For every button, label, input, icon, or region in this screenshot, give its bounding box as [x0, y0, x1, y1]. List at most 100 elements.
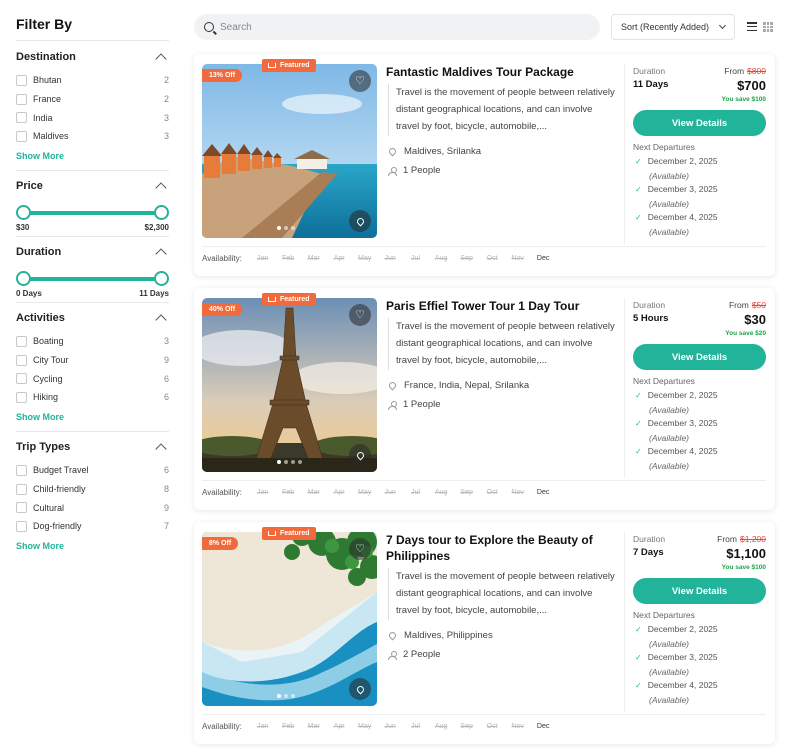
filter-option[interactable]: Dog-friendly 7 — [16, 517, 169, 536]
filter-option[interactable]: Bhutan 2 — [16, 71, 169, 90]
next-departures-label: Next Departures — [633, 142, 695, 152]
wishlist-button[interactable]: ♡ — [349, 304, 371, 326]
checkbox[interactable] — [16, 520, 27, 532]
carousel-dot[interactable] — [291, 694, 295, 698]
checkbox[interactable] — [16, 391, 27, 403]
image-carousel-dots[interactable] — [277, 226, 295, 230]
wishlist-button[interactable]: ♡ — [349, 70, 371, 92]
tour-title[interactable]: Fantastic Maldives Tour Package — [386, 64, 616, 80]
departure-item[interactable]: ✓ December 4, 2025 (Available) — [635, 210, 718, 239]
search-input[interactable] — [220, 21, 580, 33]
old-price: $50 — [751, 300, 766, 310]
filter-option[interactable]: Cultural 9 — [16, 498, 169, 517]
carousel-dot[interactable] — [291, 226, 295, 230]
wishlist-button[interactable]: ♡ — [349, 538, 371, 560]
image-carousel-dots[interactable] — [277, 460, 302, 464]
tour-title[interactable]: 7 Days tour to Explore the Beauty of Phi… — [386, 532, 616, 564]
show-more-link[interactable]: Show More — [16, 541, 64, 551]
checkbox[interactable] — [16, 74, 27, 86]
checkbox[interactable] — [16, 130, 27, 142]
chevron-up-icon[interactable] — [155, 443, 167, 455]
departure-item[interactable]: ✓ December 2, 2025 (Available) — [635, 154, 718, 183]
divider — [16, 170, 169, 171]
filter-option[interactable]: Budget Travel 6 — [16, 461, 169, 480]
filter-option[interactable]: Boating 3 — [16, 332, 169, 351]
departure-item[interactable]: ✓ December 3, 2025 (Available) — [635, 182, 718, 211]
filter-option[interactable]: Hiking 6 — [16, 388, 169, 407]
checkbox[interactable] — [16, 335, 27, 347]
chevron-up-icon[interactable] — [155, 314, 167, 326]
check-icon: ✓ — [635, 447, 642, 456]
carousel-dot[interactable] — [277, 694, 281, 698]
checkbox[interactable] — [16, 373, 27, 385]
month-feb: Feb — [282, 489, 295, 496]
carousel-dot[interactable] — [284, 226, 288, 230]
filter-duration-header[interactable]: Duration — [16, 242, 169, 262]
search-bar[interactable] — [194, 14, 600, 40]
chevron-up-icon[interactable] — [155, 53, 167, 65]
chevron-up-icon[interactable] — [155, 248, 167, 260]
sort-dropdown[interactable]: Sort (Recently Added) — [611, 14, 735, 40]
filter-activities-header[interactable]: Activities — [16, 308, 169, 328]
checkbox[interactable] — [16, 354, 27, 366]
duration-value: 7 Days — [633, 547, 664, 558]
option-label: Maldives — [33, 131, 69, 142]
tour-image[interactable] — [202, 532, 377, 706]
map-button[interactable] — [349, 444, 371, 466]
filter-option[interactable]: France 2 — [16, 90, 169, 109]
filter-trip-types-header[interactable]: Trip Types — [16, 437, 169, 457]
checkbox[interactable] — [16, 502, 27, 514]
user-icon — [388, 400, 397, 410]
view-details-button[interactable]: View Details — [633, 578, 766, 604]
list-view-icon[interactable] — [747, 22, 757, 32]
carousel-dot[interactable] — [277, 226, 281, 230]
departure-item[interactable]: ✓ December 2, 2025 (Available) — [635, 622, 718, 651]
departure-item[interactable]: ✓ December 2, 2025 (Available) — [635, 388, 718, 417]
filter-option[interactable]: Maldives 3 — [16, 127, 169, 146]
duration-label: Duration — [633, 534, 666, 544]
tour-image[interactable] — [202, 64, 377, 238]
slider-max-handle[interactable] — [154, 271, 169, 286]
map-button[interactable] — [349, 210, 371, 232]
tour-image[interactable] — [202, 298, 377, 472]
filter-destination-header[interactable]: Destination — [16, 47, 169, 67]
carousel-dot[interactable] — [284, 460, 288, 464]
filter-option[interactable]: India 3 — [16, 108, 169, 127]
departure-item[interactable]: ✓ December 4, 2025 (Available) — [635, 444, 718, 473]
carousel-dot[interactable] — [298, 460, 302, 464]
slider-min-handle[interactable] — [16, 271, 31, 286]
grid-view-icon[interactable] — [763, 22, 773, 32]
duration-min: 0 Days — [16, 289, 42, 298]
carousel-dot[interactable] — [284, 694, 288, 698]
slider-min-handle[interactable] — [16, 205, 31, 220]
filter-option[interactable]: City Tour 9 — [16, 351, 169, 370]
tour-title[interactable]: Paris Effiel Tower Tour 1 Day Tour — [386, 298, 616, 314]
checkbox[interactable] — [16, 112, 27, 124]
chevron-up-icon[interactable] — [155, 182, 167, 194]
slider-max-handle[interactable] — [154, 205, 169, 220]
departure-item[interactable]: ✓ December 4, 2025 (Available) — [635, 678, 718, 707]
map-button[interactable] — [349, 678, 371, 700]
filter-option[interactable]: Child-friendly 8 — [16, 480, 169, 499]
price-range-slider[interactable] — [16, 202, 169, 222]
view-details-button[interactable]: View Details — [633, 110, 766, 136]
carousel-dot[interactable] — [277, 460, 281, 464]
show-more-link[interactable]: Show More — [16, 151, 64, 161]
slider-track — [22, 211, 163, 215]
filter-price-header[interactable]: Price — [16, 176, 169, 196]
departure-availability: (Available) — [649, 667, 690, 677]
checkbox[interactable] — [16, 483, 27, 495]
departure-availability: (Available) — [649, 171, 690, 181]
checkbox[interactable] — [16, 464, 27, 476]
checkbox[interactable] — [16, 93, 27, 105]
departure-availability: (Available) — [649, 199, 690, 209]
carousel-dot[interactable] — [291, 460, 295, 464]
show-more-link[interactable]: Show More — [16, 412, 64, 422]
departure-item[interactable]: ✓ December 3, 2025 (Available) — [635, 416, 718, 445]
image-carousel-dots[interactable] — [277, 694, 295, 698]
filter-option[interactable]: Cycling 6 — [16, 369, 169, 388]
featured-label: Featured — [280, 62, 310, 69]
departure-item[interactable]: ✓ December 3, 2025 (Available) — [635, 650, 718, 679]
view-details-button[interactable]: View Details — [633, 344, 766, 370]
duration-range-slider[interactable] — [16, 268, 169, 288]
